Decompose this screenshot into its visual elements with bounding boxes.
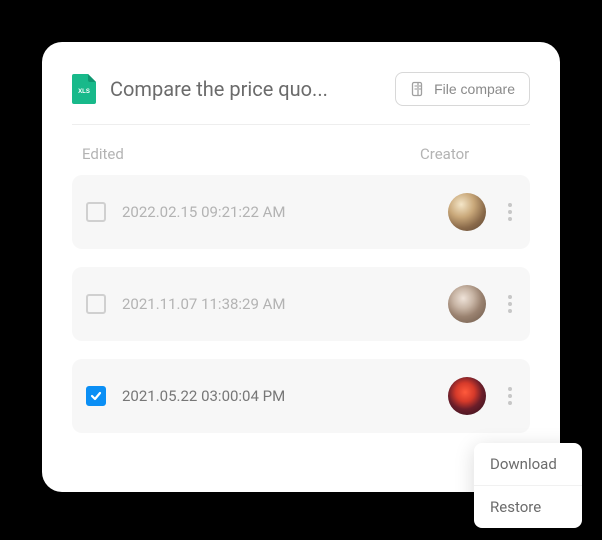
row-timestamp: 2021.11.07 11:38:29 AM xyxy=(122,295,448,313)
context-menu: Download Restore xyxy=(474,443,582,528)
check-icon xyxy=(89,389,103,403)
more-menu-icon[interactable] xyxy=(504,199,516,225)
creator-avatar xyxy=(448,285,486,323)
creator-avatar xyxy=(448,377,486,415)
file-compare-button[interactable]: File compare xyxy=(395,72,530,106)
more-menu-icon[interactable] xyxy=(504,383,516,409)
version-row[interactable]: 2021.05.22 03:00:04 PM xyxy=(72,359,530,433)
menu-restore[interactable]: Restore xyxy=(474,486,582,528)
version-row[interactable]: 2022.02.15 09:21:22 AM xyxy=(72,175,530,249)
file-title: Compare the price quo... xyxy=(110,77,381,101)
svg-text:XLS: XLS xyxy=(78,89,90,95)
row-checkbox[interactable] xyxy=(86,202,106,222)
file-compare-label: File compare xyxy=(434,81,515,97)
menu-download[interactable]: Download xyxy=(474,443,582,486)
compare-icon xyxy=(410,81,426,97)
version-history-card: XLS Compare the price quo... File compar… xyxy=(42,42,560,492)
column-headers: Edited Creator xyxy=(72,125,530,175)
more-menu-icon[interactable] xyxy=(504,291,516,317)
row-checkbox[interactable] xyxy=(86,294,106,314)
row-checkbox[interactable] xyxy=(86,386,106,406)
version-row[interactable]: 2021.11.07 11:38:29 AM xyxy=(72,267,530,341)
creator-avatar xyxy=(448,193,486,231)
row-timestamp: 2022.02.15 09:21:22 AM xyxy=(122,203,448,221)
column-edited: Edited xyxy=(82,145,420,163)
column-creator: Creator xyxy=(420,145,520,163)
row-timestamp: 2021.05.22 03:00:04 PM xyxy=(122,387,448,405)
xls-file-icon: XLS xyxy=(72,74,96,104)
header: XLS Compare the price quo... File compar… xyxy=(72,72,530,125)
